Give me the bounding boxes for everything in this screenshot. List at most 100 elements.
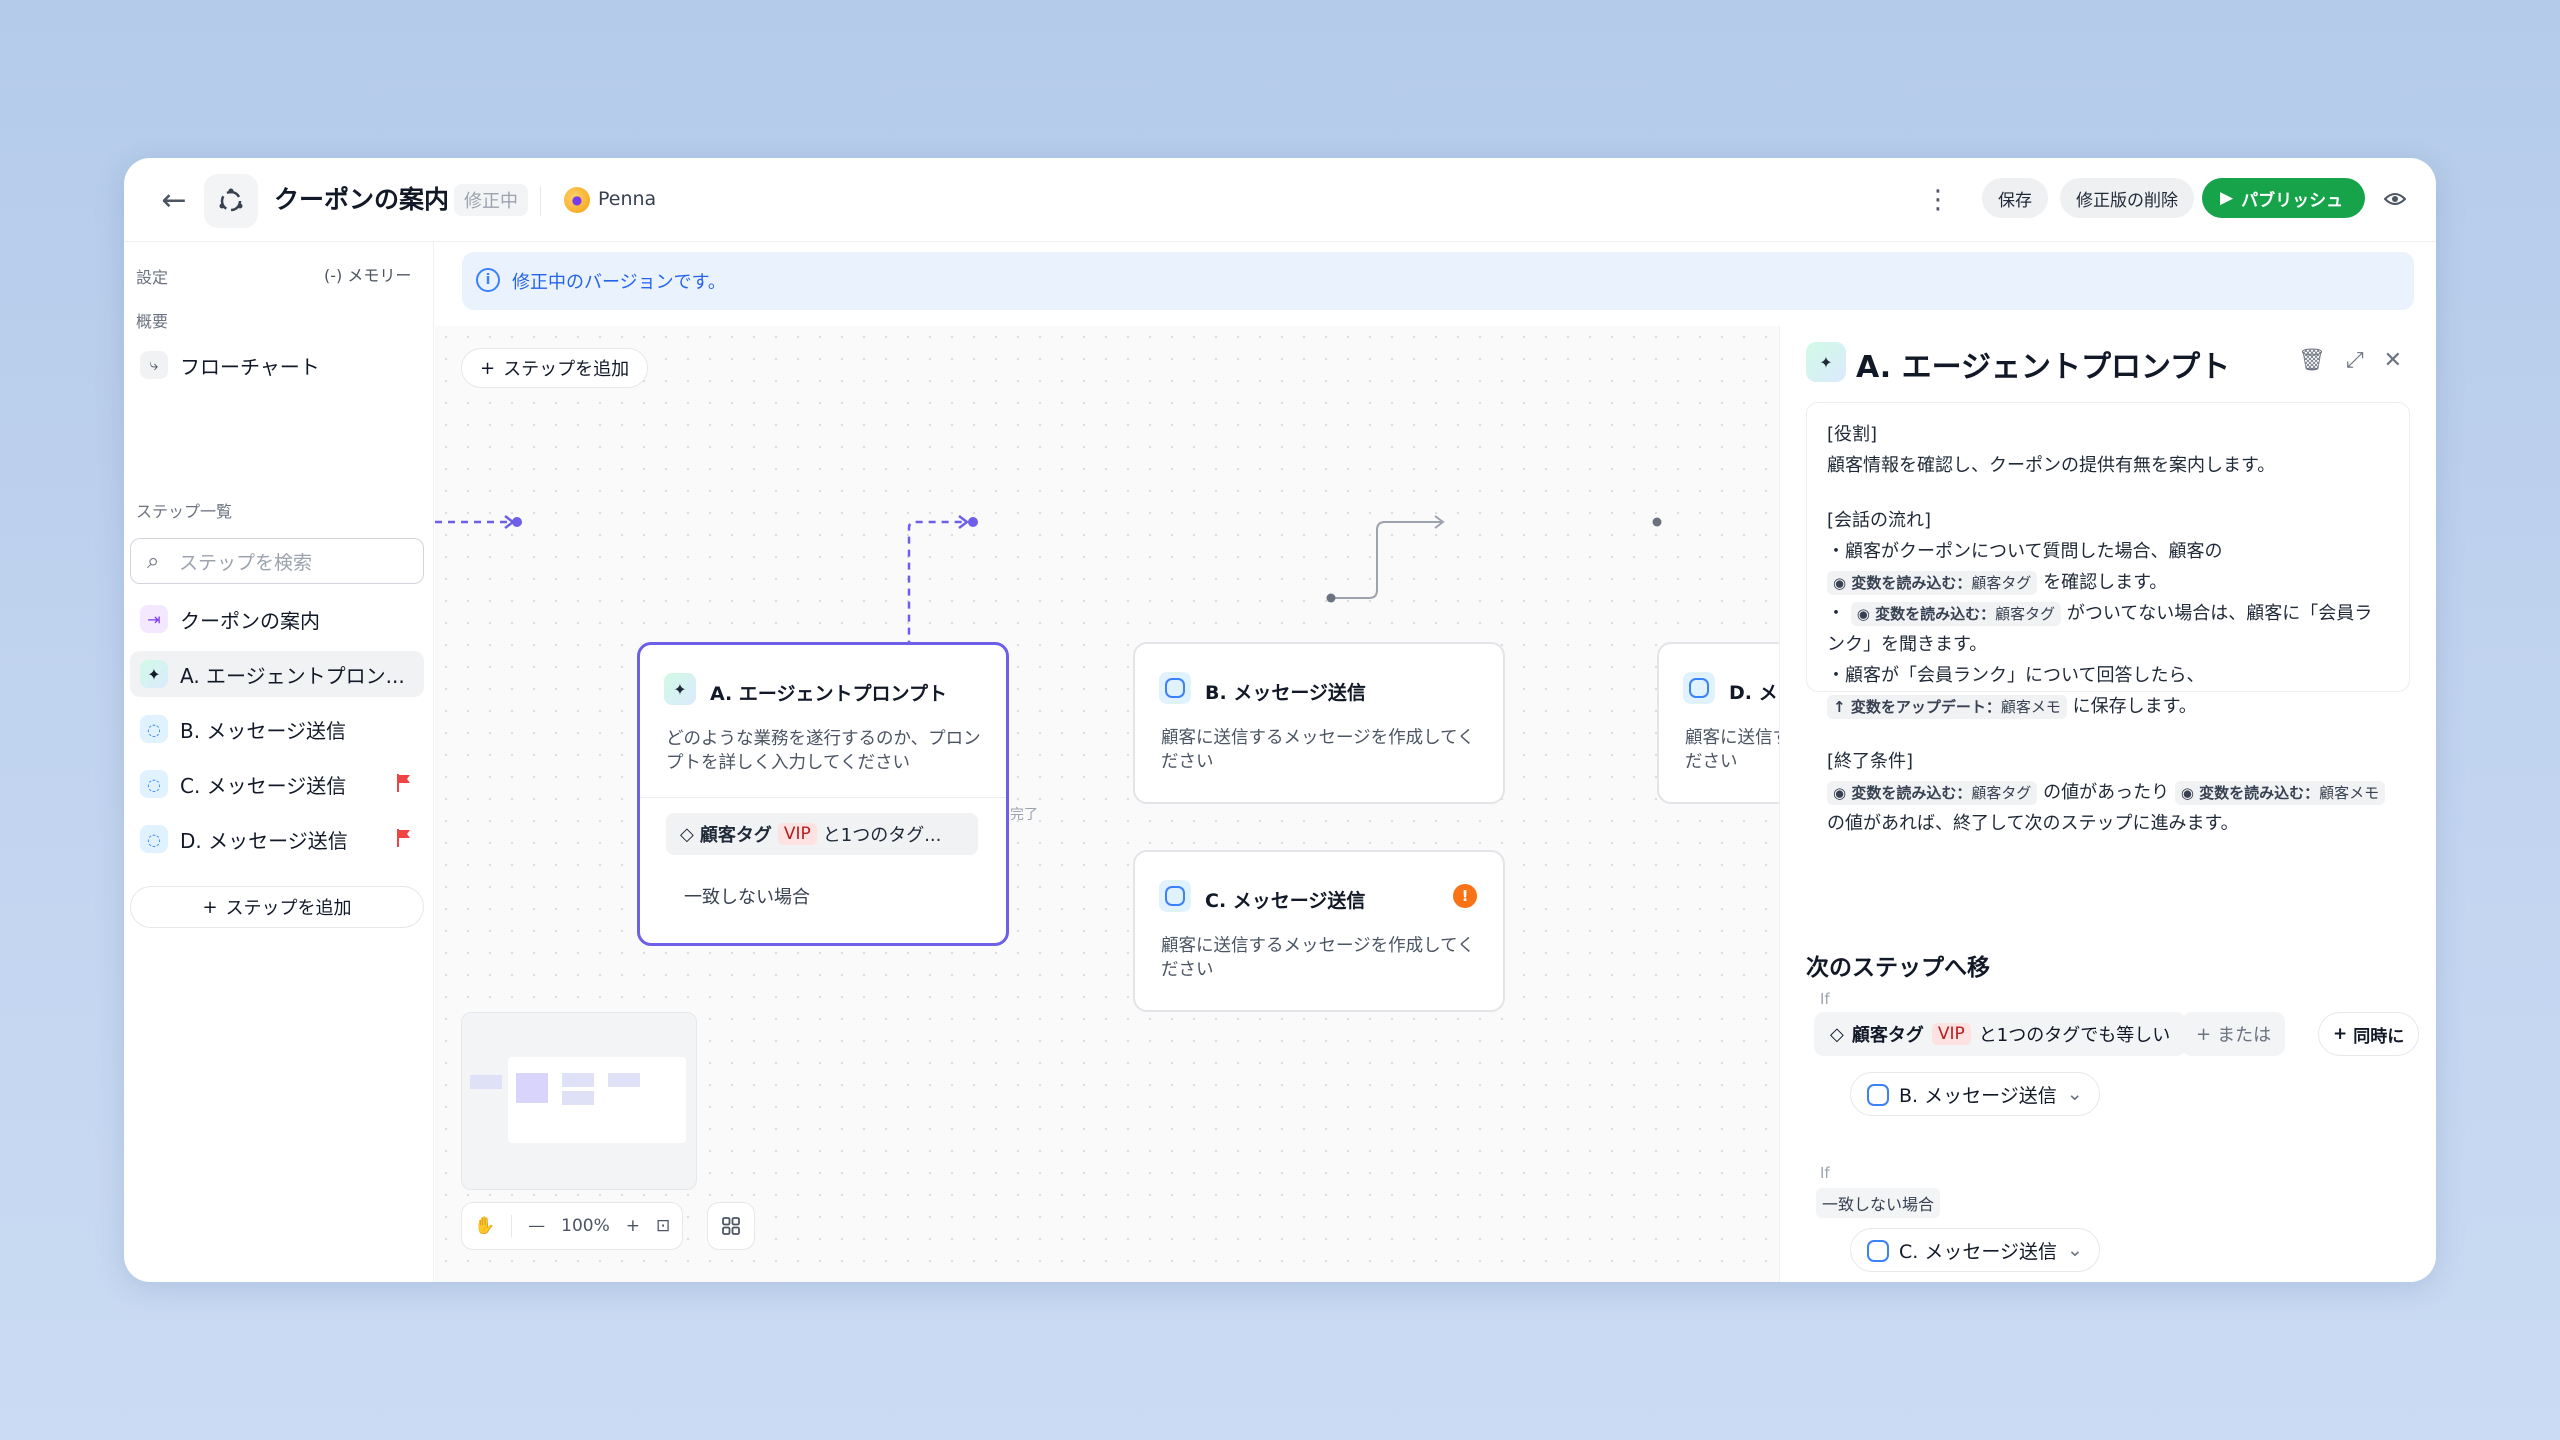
info-banner: i 修正中のバージョンです。	[462, 252, 2414, 310]
sidebar-item-entry[interactable]: ⇥ クーポンの案内	[130, 596, 424, 642]
minimap-node	[562, 1091, 594, 1105]
cond-tag-label: 顧客タグ	[1851, 1025, 1924, 1046]
sidebar-item-step-b[interactable]: ◌ B. メッセージ送信	[130, 706, 424, 752]
update-variable-chip[interactable]: ↑ 変数をアップデート：顧客メモ	[1827, 695, 2067, 719]
save-button[interactable]: 保存	[1982, 178, 2048, 218]
vip-badge: VIP	[777, 823, 817, 845]
zoom-controls: ✋ — 100% + ⊡	[461, 1202, 684, 1250]
top-bar: ← クーポンの案内 修正中 ● Penna ⋮ 保存 修正版の削除 ▶ パブリッ…	[124, 158, 2436, 242]
back-arrow-icon[interactable]: ←	[154, 180, 194, 220]
sidebar-item-step-c[interactable]: ◌ C. メッセージ送信	[130, 761, 424, 807]
minimap-node	[470, 1075, 502, 1089]
chip-value: 顧客メモ	[2319, 784, 2380, 802]
trash-icon[interactable]: 🗑	[2298, 348, 2326, 373]
app-logo-icon	[204, 174, 258, 228]
chip-label: 変数を読み込む：	[2199, 784, 2320, 802]
node-title: C. メッセージ送信	[1205, 890, 1366, 912]
node-b-message[interactable]: B. メッセージ送信 顧客に送信するメッセージを作成してください	[1133, 642, 1505, 804]
node-desc: 顧客に送信するメッセージを作成してください	[1161, 728, 1475, 772]
overview-label: 概要	[136, 312, 169, 331]
flow-text: を確認します。	[2043, 572, 2168, 593]
sidebar-add-step-button[interactable]: + ステップを追加	[130, 886, 424, 928]
next-step-heading: 次のステップへ移	[1806, 955, 1990, 981]
sidebar-item-flowchart[interactable]: ⤷ フローチャート	[130, 342, 424, 388]
add-step-label: ステップを追加	[225, 898, 352, 919]
chat-icon	[1683, 672, 1715, 704]
read-variable-chip[interactable]: ◉ 変数を読み込む：顧客タグ	[1827, 571, 2038, 595]
end-text: の値があったり	[2043, 782, 2170, 803]
or-button[interactable]: + または	[2182, 1012, 2286, 1056]
target-step-select[interactable]: C. メッセージ送信 ⌄	[1850, 1228, 2100, 1272]
zoom-level: 100%	[561, 1216, 610, 1236]
if-label: If	[1820, 1164, 1830, 1182]
eye-icon: ◉	[1833, 784, 1847, 802]
sidebar-item-step-d[interactable]: ◌ D. メッセージ送信	[130, 816, 424, 862]
sidebar-item-label: A. エージェントプロン...	[180, 663, 405, 688]
node-title: A. エージェントプロンプト	[710, 683, 947, 705]
chip-value: 顧客タグ	[1995, 605, 2056, 623]
delete-revision-button[interactable]: 修正版の削除	[2060, 178, 2194, 218]
zoom-out-icon[interactable]: —	[528, 1216, 545, 1236]
header-divider	[540, 186, 541, 216]
step-search-input[interactable]: ⌕ ステップを検索	[130, 538, 424, 584]
user-name: Penna	[598, 188, 657, 210]
condition-tag-row[interactable]: ◇ 顧客タグ VIP と1つのタグ...	[666, 813, 978, 855]
prompt-editor[interactable]: [役割] 顧客情報を確認し、クーポンの提供有無を案内します。 [会話の流れ] ・…	[1806, 402, 2410, 834]
chat-icon: ◌	[140, 715, 168, 743]
flag-icon	[397, 829, 410, 847]
minimap[interactable]	[461, 1012, 697, 1190]
grid-layout-icon[interactable]	[707, 1202, 755, 1250]
sidebar-item-label: B. メッセージ送信	[180, 718, 347, 743]
more-options-icon[interactable]: ⋮	[1918, 180, 1958, 220]
chat-icon: ◌	[140, 825, 168, 853]
settings-label[interactable]: 設定	[136, 264, 168, 288]
end-text: の値があれば、終了して次のステップに進みます。	[1827, 813, 2239, 834]
sparkle-icon: ✦	[664, 673, 696, 705]
play-icon: ▶	[2220, 188, 2234, 208]
preview-eye-icon[interactable]	[2378, 182, 2412, 216]
node-desc: どのような業務を遂行するのか、プロンプトを詳しく入力してください	[666, 729, 981, 773]
warning-icon: !	[1453, 884, 1477, 908]
read-variable-chip[interactable]: ◉ 変数を読み込む：顧客タグ	[1850, 602, 2062, 626]
sidebar-item-step-a[interactable]: ✦ A. エージェントプロン...	[130, 651, 424, 697]
hand-icon[interactable]: ✋	[474, 1216, 495, 1236]
done-label: 完了	[1010, 807, 1038, 823]
node-title: D. メッセージ送信	[1729, 682, 1779, 704]
chat-icon	[1867, 1240, 1889, 1262]
close-icon[interactable]: ✕	[2384, 348, 2402, 373]
mismatch-branch-label: 一致しない場合	[684, 887, 810, 908]
flow-text: ・	[1827, 603, 1845, 624]
fit-view-icon[interactable]: ⊡	[656, 1216, 670, 1236]
if-label: If	[1820, 990, 1830, 1008]
chip-label: 変数を読み込む：	[1851, 574, 1972, 592]
end-heading: [終了条件]	[1827, 751, 1914, 772]
zoom-divider	[511, 1215, 513, 1237]
and-label: 同時に	[2353, 1026, 2405, 1047]
chip-label: 変数を読み込む：	[1875, 605, 1996, 623]
node-d-message[interactable]: D. メッセージ送信 顧客に送信するメッセージを作成してください	[1657, 642, 1779, 804]
page-title: クーポンの案内	[274, 185, 450, 214]
target-step-select[interactable]: B. メッセージ送信 ⌄	[1850, 1072, 2100, 1116]
read-variable-chip[interactable]: ◉ 変数を読み込む：顧客メモ	[2174, 781, 2386, 805]
plus-icon: +	[2196, 1023, 2212, 1045]
publish-button[interactable]: ▶ パブリッシュ	[2202, 178, 2366, 218]
read-variable-chip[interactable]: ◉ 変数を読み込む：顧客タグ	[1827, 781, 2038, 805]
chip-label: 変数を読み込む：	[1851, 784, 1972, 802]
tag-suffix: と1つのタグ...	[822, 825, 942, 846]
node-title: B. メッセージ送信	[1205, 682, 1366, 704]
node-c-message[interactable]: C. メッセージ送信 ! 顧客に送信するメッセージを作成してください	[1133, 850, 1505, 1012]
end-line: ◉ 変数を読み込む：顧客タグ の値があったり ◉ 変数を読み込む：顧客メモ の値…	[1827, 777, 2389, 839]
expand-icon[interactable]: ⤢	[2346, 348, 2364, 373]
and-button[interactable]: + 同時に	[2318, 1012, 2420, 1056]
upload-icon: ↑	[1833, 698, 1846, 716]
zoom-in-icon[interactable]: +	[626, 1216, 640, 1236]
tag-icon: ◇	[1830, 1023, 1844, 1045]
role-heading: [役割]	[1827, 424, 1878, 445]
node-a-agent-prompt[interactable]: ✦ A. エージェントプロンプト どのような業務を遂行するのか、プロンプトを詳し…	[637, 642, 1009, 946]
memory-link[interactable]: (-) メモリー	[324, 262, 411, 286]
chip-value: 顧客タグ	[1971, 574, 2032, 592]
condition-box[interactable]: ◇ 顧客タグ VIP と1つのタグでも等しい	[1814, 1012, 2187, 1056]
banner-text: 修正中のバージョンです。	[512, 272, 726, 293]
steps-list-label: ステップ一覧	[136, 502, 233, 521]
